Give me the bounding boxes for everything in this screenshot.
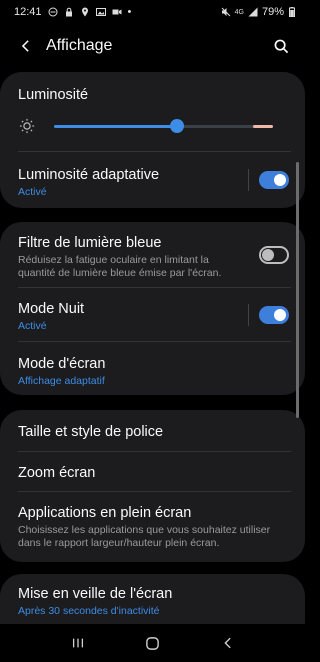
mute-icon [221, 7, 231, 17]
brightness-title: Luminosité [18, 87, 89, 103]
blue-light-filter-toggle[interactable] [259, 246, 289, 264]
battery-percent: 79% [261, 6, 284, 18]
screen-timeout-value: Après 30 secondes d'inactivité [18, 605, 160, 617]
brightness-slider[interactable] [54, 118, 273, 133]
brightness-max-marker [253, 124, 273, 128]
network-type: 4G [234, 8, 244, 16]
adaptive-brightness-toggle[interactable] [259, 171, 289, 189]
battery-icon [288, 7, 295, 17]
back-nav-icon [223, 637, 231, 649]
font-size-style-row[interactable]: Taille et style de police [0, 410, 305, 452]
home-button[interactable] [138, 628, 168, 658]
screen-zoom-row[interactable]: Zoom écran [0, 452, 305, 492]
screen-timeout-row[interactable]: Mise en veille de l'écran Après 30 secon… [0, 574, 305, 624]
night-mode-title: Mode Nuit [18, 301, 85, 317]
more-notifications-icon: • [127, 6, 132, 18]
search-icon [274, 39, 288, 53]
brightness-slider-thumb[interactable] [170, 118, 185, 133]
app-bar: Affichage [0, 24, 305, 68]
status-time: 12:41 [14, 6, 42, 18]
brightness-sun-icon [18, 117, 36, 135]
settings-list[interactable]: Luminosité Luminosité adaptative Activé … [0, 72, 305, 624]
screen-mode-title: Mode d'écran [18, 356, 106, 372]
brightness-row: Luminosité [0, 72, 305, 152]
search-button[interactable] [267, 32, 295, 60]
screen-zoom-title: Zoom écran [18, 465, 96, 481]
brightness-slider-fill [54, 124, 178, 128]
screen-mode-row[interactable]: Mode d'écran Affichage adaptatif [0, 342, 305, 395]
back-button[interactable] [14, 34, 38, 58]
blue-light-filter-title: Filtre de lumière bleue [18, 235, 162, 251]
page-title: Affichage [46, 37, 113, 54]
toggle-separator [248, 304, 249, 326]
back-nav-button[interactable] [213, 628, 243, 658]
back-arrow-icon [21, 40, 29, 52]
screen-timeout-title: Mise en veille de l'écran [18, 586, 173, 602]
night-mode-toggle[interactable] [259, 306, 289, 324]
recent-apps-button[interactable] [63, 628, 93, 658]
night-mode-status: Activé [18, 320, 47, 332]
display-mode-card: Filtre de lumière bleue Réduisez la fati… [0, 222, 305, 395]
brightness-card: Luminosité Luminosité adaptative Activé [0, 72, 305, 208]
lock-icon [64, 7, 74, 17]
location-icon [80, 7, 90, 17]
fullscreen-apps-row[interactable]: Applications en plein écran Choisissez l… [0, 492, 305, 562]
toggle-separator [248, 169, 249, 191]
video-icon [112, 7, 122, 17]
adaptive-brightness-title: Luminosité adaptative [18, 167, 160, 183]
blue-light-filter-desc: Réduisez la fatigue oculaire en limitant… [18, 254, 222, 279]
do-not-disturb-icon [48, 7, 58, 17]
blue-light-filter-row[interactable]: Filtre de lumière bleue Réduisez la fati… [0, 222, 305, 288]
navigation-bar [0, 624, 305, 662]
status-bar: 12:41 • 4G 79% [0, 0, 305, 24]
recent-apps-icon [72, 638, 83, 648]
appearance-card: Taille et style de police Zoom écran App… [0, 410, 305, 562]
fullscreen-apps-desc: Choisissez les applications que vous sou… [18, 524, 271, 549]
fullscreen-apps-title: Applications en plein écran [18, 505, 192, 521]
adaptive-brightness-status: Activé [18, 186, 47, 198]
signal-icon [248, 7, 258, 17]
adaptive-brightness-row[interactable]: Luminosité adaptative Activé [0, 152, 305, 208]
gallery-icon [95, 7, 106, 17]
font-size-style-title: Taille et style de police [18, 424, 164, 440]
night-mode-row[interactable]: Mode Nuit Activé [0, 288, 305, 342]
screen-mode-value: Affichage adaptatif [18, 375, 105, 387]
home-icon [146, 636, 159, 650]
timeout-card: Mise en veille de l'écran Après 30 secon… [0, 574, 305, 624]
scrollbar[interactable] [296, 162, 299, 418]
